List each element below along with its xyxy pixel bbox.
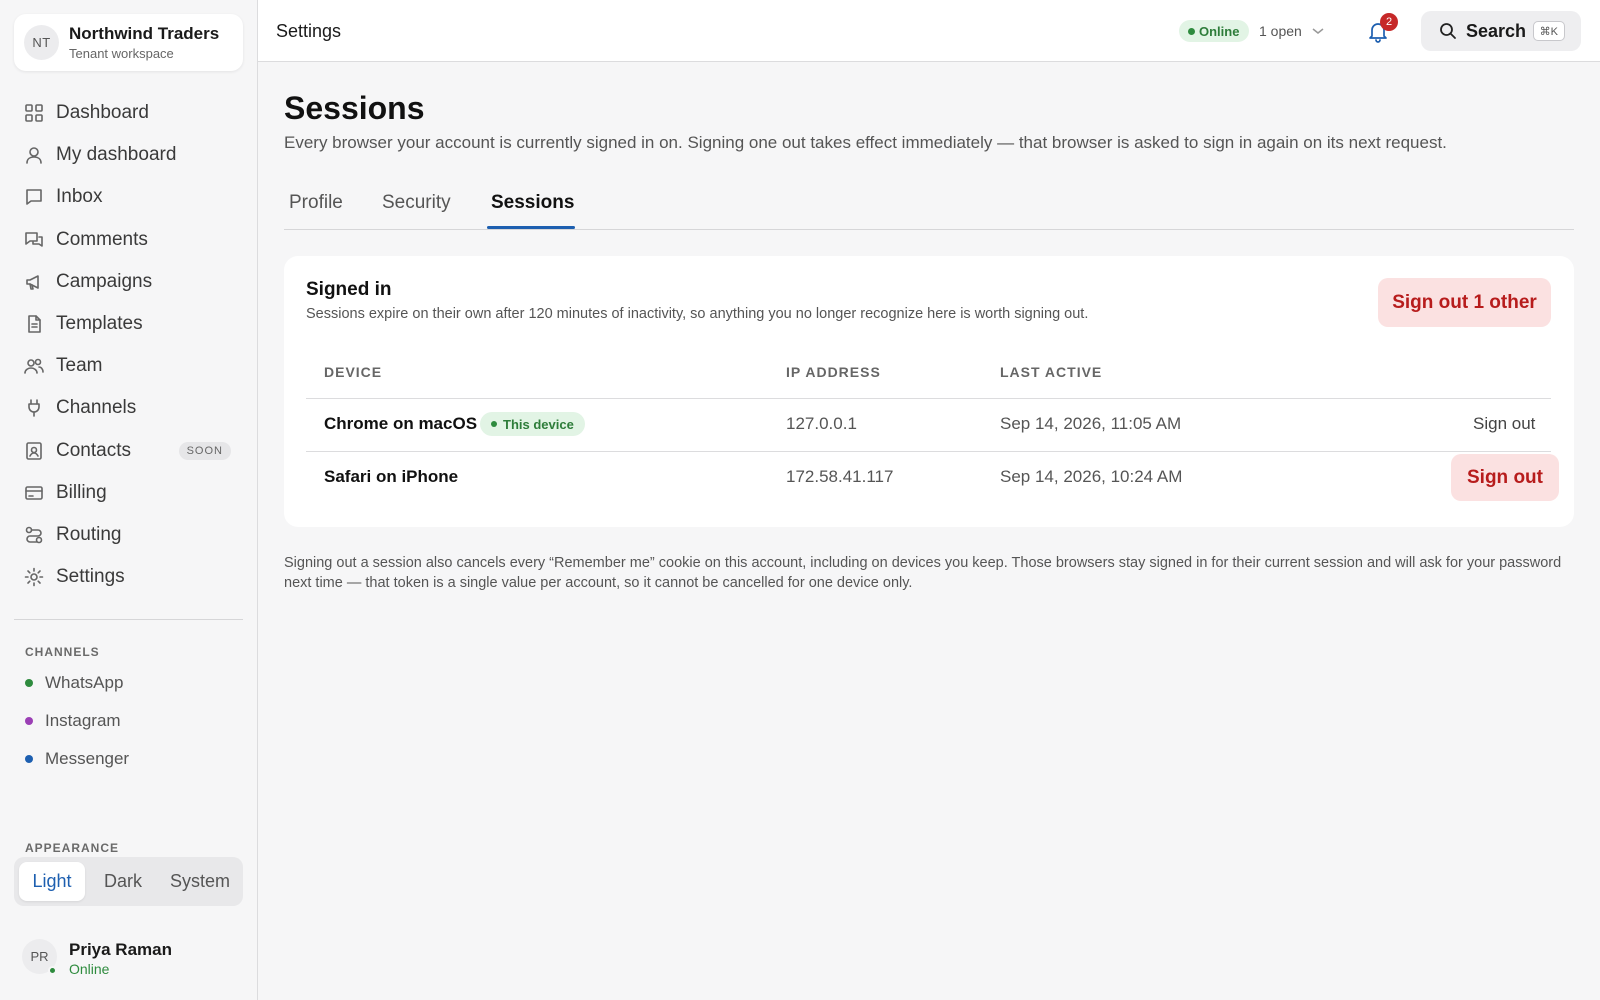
channel-item-instagram[interactable]: Instagram	[25, 711, 121, 731]
sidebar-item-campaigns[interactable]: Campaigns	[14, 261, 243, 303]
document-icon	[28, 315, 41, 333]
credit-card-icon	[25, 485, 43, 500]
sidebar-item-label: Routing	[56, 523, 122, 545]
sidebar-item-label: Comments	[56, 228, 148, 250]
sidebar-item-inbox[interactable]: Inbox	[14, 176, 243, 218]
workspace-switcher[interactable]: NT Northwind Traders Tenant workspace	[14, 14, 243, 71]
online-indicator	[48, 966, 57, 975]
workspace-name: Northwind Traders	[69, 24, 220, 43]
notification-count-badge: 2	[1380, 13, 1398, 31]
users-icon	[24, 358, 44, 375]
channel-item-whatsapp[interactable]: WhatsApp	[25, 673, 123, 693]
sign-out-button[interactable]: Sign out	[1451, 454, 1559, 501]
tabs-divider	[284, 229, 1574, 230]
user-name: Priya Raman	[69, 940, 172, 959]
comments-icon	[25, 231, 43, 247]
chevron-down-icon[interactable]	[1312, 26, 1324, 36]
appearance-option-system[interactable]: System	[162, 862, 238, 901]
status-dot	[25, 755, 33, 763]
sidebar-item-team[interactable]: Team	[14, 345, 243, 387]
appearance-section-label: APPEARANCE	[25, 841, 120, 855]
session-ip: 127.0.0.1	[786, 414, 857, 433]
open-count[interactable]: 1 open	[1259, 23, 1302, 39]
sidebar-item-label: Billing	[56, 481, 107, 503]
sidebar-item-templates[interactable]: Templates	[14, 303, 243, 345]
search-label: Search	[1466, 21, 1527, 41]
workspace-avatar: NT	[24, 25, 59, 60]
tab-profile[interactable]: Profile	[289, 192, 343, 214]
route-icon	[25, 526, 43, 544]
column-header-ip: IP ADDRESS	[786, 364, 881, 380]
active-tab-indicator	[487, 226, 575, 229]
sidebar-item-label: Dashboard	[56, 102, 149, 124]
plug-icon	[28, 399, 40, 418]
sidebar-item-dashboard[interactable]: Dashboard	[14, 92, 243, 134]
sidebar-item-routing[interactable]: Routing	[14, 514, 243, 556]
column-header-device: DEVICE	[324, 364, 383, 380]
user-status: Online	[69, 961, 110, 977]
table-divider	[306, 398, 1551, 399]
sidebar-item-label: Settings	[56, 566, 125, 588]
sidebar-item-comments[interactable]: Comments	[14, 219, 243, 261]
search-button[interactable]: Search ⌘K	[1421, 11, 1581, 51]
search-icon	[1440, 23, 1456, 39]
soon-badge: SOON	[178, 441, 231, 460]
session-last-active: Sep 14, 2026, 10:24 AM	[1000, 467, 1183, 486]
page-title: Sessions	[284, 90, 425, 126]
workspace-subtitle: Tenant workspace	[69, 46, 174, 61]
appearance-option-dark[interactable]: Dark	[90, 862, 156, 901]
top-bar: Settings Online 1 open 2 Search ⌘K	[258, 0, 1600, 62]
status-dot	[25, 679, 33, 687]
sidebar-nav: Dashboard My dashboard Inbox Comments Ca…	[14, 92, 243, 598]
user-icon	[26, 147, 42, 165]
table-divider	[306, 451, 1551, 452]
card-title: Signed in	[306, 279, 392, 300]
sidebar-item-billing[interactable]: Billing	[14, 472, 243, 514]
message-square-icon	[26, 189, 42, 206]
sessions-card: Signed in Sessions expire on their own a…	[284, 256, 1574, 527]
tab-sessions[interactable]: Sessions	[491, 192, 574, 214]
appearance-toggle: Light Dark System	[14, 857, 243, 906]
channel-label: Instagram	[45, 711, 121, 730]
status-dot	[25, 717, 33, 725]
remember-me-footnote: Signing out a session also cancels every…	[284, 555, 1562, 591]
megaphone-icon	[26, 275, 39, 290]
sidebar-item-label: My dashboard	[56, 144, 177, 166]
sidebar-item-channels[interactable]: Channels	[14, 387, 243, 429]
appearance-option-light[interactable]: Light	[19, 862, 85, 901]
sign-out-button[interactable]: Sign out	[1473, 414, 1535, 434]
card-subtitle: Sessions expire on their own after 120 m…	[306, 306, 1089, 322]
sidebar-item-label: Templates	[56, 313, 143, 335]
sidebar: NT Northwind Traders Tenant workspace Da…	[0, 0, 258, 1000]
sidebar-divider	[14, 619, 243, 620]
session-ip: 172.58.41.117	[786, 467, 894, 486]
breadcrumb: Settings	[276, 21, 342, 41]
sidebar-item-label: Team	[56, 355, 103, 377]
sidebar-item-label: Inbox	[56, 186, 103, 208]
this-device-badge: This device	[480, 412, 585, 436]
sidebar-item-label: Channels	[56, 397, 137, 419]
sidebar-item-my-dashboard[interactable]: My dashboard	[14, 134, 243, 176]
session-device: Safari on iPhone	[324, 467, 459, 486]
gear-icon	[24, 567, 44, 587]
tab-security[interactable]: Security	[382, 192, 451, 214]
sidebar-item-label: Contacts	[56, 439, 131, 461]
sign-out-others-button[interactable]: Sign out 1 other	[1378, 278, 1551, 327]
channel-label: Messenger	[45, 749, 130, 768]
sidebar-item-label: Campaigns	[56, 270, 153, 292]
main-content: Sessions Every browser your account is c…	[258, 62, 1600, 1000]
session-device: Chrome on macOS	[324, 414, 478, 433]
sidebar-item-settings[interactable]: Settings	[14, 556, 243, 598]
channel-item-messenger[interactable]: Messenger	[25, 749, 129, 769]
session-last-active: Sep 14, 2026, 11:05 AM	[1000, 414, 1182, 433]
page-description: Every browser your account is currently …	[284, 133, 1447, 152]
channel-label: WhatsApp	[45, 673, 124, 692]
contact-card-icon	[26, 441, 42, 460]
keyboard-shortcut: ⌘K	[1532, 21, 1565, 41]
grid-icon	[25, 104, 43, 122]
status-badge: Online	[1179, 20, 1250, 42]
column-header-last-active: LAST ACTIVE	[1000, 364, 1103, 380]
channels-section-label: CHANNELS	[25, 645, 100, 659]
sidebar-item-contacts[interactable]: Contacts SOON	[14, 430, 243, 472]
